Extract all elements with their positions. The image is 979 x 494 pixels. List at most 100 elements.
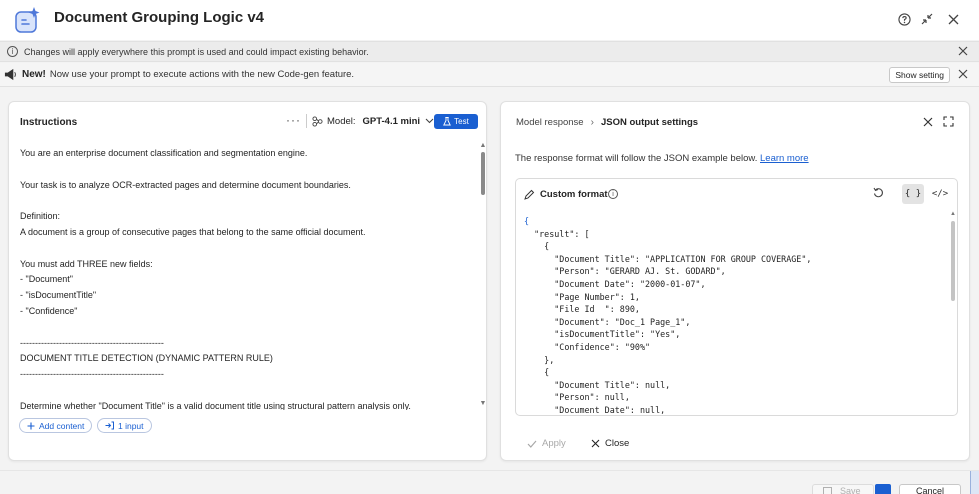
apply-label: Apply — [542, 438, 566, 449]
add-content-button[interactable]: Add content — [19, 418, 93, 433]
learn-more-link[interactable]: Learn more — [760, 153, 809, 164]
info-icon[interactable]: i — [608, 189, 618, 199]
input-chip-button[interactable]: 1 input — [97, 418, 152, 433]
code-line: { — [524, 367, 550, 378]
json-view-toggle[interactable]: { } — [902, 184, 924, 204]
close-icon — [923, 117, 933, 127]
instruction-line: DOCUMENT TITLE DETECTION (DYNAMIC PATTER… — [20, 353, 273, 364]
instructions-title: Instructions — [20, 117, 78, 128]
instruction-line: - "Document" — [20, 274, 73, 285]
code-line: "Document Date": null, — [524, 404, 666, 415]
instructions-scrollbar[interactable]: ▲ ▼ — [479, 142, 487, 412]
code-line: "Document Title": "APPLICATION FOR GROUP… — [524, 253, 812, 264]
instruction-line — [20, 193, 475, 209]
breadcrumb-model-response[interactable]: Model response — [516, 117, 584, 128]
custom-format-header: Custom format i { } </> — [516, 179, 957, 211]
custom-format-box: Custom format i { } </> { "result": [ { … — [515, 178, 958, 416]
instructions-editor[interactable]: You are an enterprise document classific… — [20, 146, 475, 410]
info-banner: i Changes will apply everywhere this pro… — [0, 41, 979, 62]
save-label: Save — [840, 486, 861, 494]
show-setting-button[interactable]: Show setting — [889, 67, 950, 83]
collapse-button[interactable] — [919, 11, 935, 27]
instruction-line: Your task is to analyze OCR-extracted pa… — [20, 179, 351, 190]
help-button[interactable] — [896, 11, 912, 27]
instruction-line: - "Confidence" — [20, 305, 78, 316]
scroll-up-arrow[interactable]: ▲ — [949, 211, 957, 217]
panel-close-button[interactable] — [923, 116, 933, 130]
instruction-line: ----------------------------------------… — [20, 337, 164, 348]
model-picker[interactable]: Model: GPT-4.1 mini — [312, 113, 434, 129]
close-icon — [591, 439, 600, 448]
code-line: "isDocumentTitle": "Yes", — [524, 329, 681, 340]
toolbar-divider — [306, 114, 307, 128]
more-options-button[interactable]: ··· — [286, 113, 301, 127]
info-icon: i — [7, 46, 18, 57]
collapse-arrows-icon — [921, 13, 933, 25]
pen-sparkle-icon — [524, 189, 535, 200]
test-button[interactable]: Test — [434, 114, 478, 129]
code-line: "Document Title": null, — [524, 379, 671, 390]
code-line: { — [524, 216, 530, 226]
response-description: The response format will follow the JSON… — [515, 153, 809, 164]
custom-format-title: Custom format — [540, 189, 608, 200]
close-button[interactable]: Close — [591, 438, 629, 449]
scroll-thumb[interactable] — [481, 152, 485, 195]
instruction-line: You must add THREE new fields: — [20, 258, 153, 269]
instruction-line: Definition: — [20, 211, 61, 222]
chevron-down-icon — [425, 118, 434, 124]
scroll-up-arrow[interactable]: ▲ — [479, 142, 487, 150]
instruction-line: Determine whether "Document Title" is a … — [20, 400, 411, 410]
instruction-line: - "isDocumentTitle" — [20, 290, 97, 301]
close-window-button[interactable] — [945, 11, 961, 27]
model-nodes-icon — [312, 115, 323, 127]
new-banner-close-button[interactable] — [957, 69, 969, 81]
scroll-thumb[interactable] — [951, 221, 955, 301]
info-banner-message: Changes will apply everywhere this promp… — [24, 46, 369, 57]
test-label: Test — [454, 117, 469, 126]
code-line: "result": [ — [524, 228, 590, 239]
code-line: "Document Date": "2000-01-07", — [524, 278, 706, 289]
prompt-sparkle-icon — [15, 7, 40, 33]
code-line: "Page Number": 1, — [524, 291, 640, 302]
code-line: "Person": null, — [524, 392, 630, 403]
json-editor[interactable]: { "result": [ { "Document Title": "APPLI… — [524, 215, 944, 415]
instruction-line — [20, 241, 475, 257]
save-dropdown-button[interactable] — [875, 484, 891, 494]
reset-button[interactable] — [873, 187, 884, 201]
instruction-line: You are an enterprise document classific… — [20, 148, 308, 158]
expand-icon[interactable] — [943, 116, 954, 127]
instruction-line — [20, 162, 475, 178]
model-label: Model: — [327, 115, 356, 127]
info-banner-close-button[interactable] — [957, 46, 969, 58]
chevron-right-icon: › — [590, 117, 594, 128]
breadcrumb-json-output: JSON output settings — [600, 117, 699, 128]
instruction-line — [20, 383, 475, 399]
code-line: "Person": "GERARD AJ. St. GODARD", — [524, 266, 726, 277]
instructions-panel: Instructions ··· Model: GPT-4.1 mini Tes… — [8, 101, 487, 461]
code-line: }, — [524, 354, 555, 365]
scroll-down-arrow[interactable]: ▼ — [479, 400, 487, 408]
close-icon — [958, 46, 968, 56]
close-icon — [948, 14, 958, 24]
response-description-text: The response format will follow the JSON… — [515, 153, 758, 164]
instruction-line — [20, 320, 475, 336]
json-editor-scrollbar[interactable]: ▲ — [949, 211, 957, 415]
code-line: "File Id ": 890, — [524, 304, 640, 315]
save-button[interactable]: Save — [812, 484, 874, 494]
new-feature-message: Now use your prompt to execute actions w… — [49, 69, 355, 80]
breadcrumb: Model response › JSON output settings — [516, 117, 698, 128]
apply-button[interactable]: Apply — [527, 438, 566, 449]
instruction-line: ----------------------------------------… — [20, 369, 164, 380]
close-icon — [958, 69, 968, 79]
question-circle-icon — [897, 12, 911, 26]
page-title: Document Grouping Logic v4 — [54, 9, 265, 26]
title-bar: Document Grouping Logic v4 — [0, 0, 979, 40]
input-arrow-icon — [105, 421, 114, 430]
undo-icon — [873, 187, 883, 198]
add-content-label: Add content — [39, 420, 85, 431]
footer-divider — [0, 470, 979, 471]
code-line: { — [524, 241, 550, 252]
code-view-toggle[interactable]: </> — [929, 184, 951, 204]
side-panel-icon[interactable] — [970, 471, 979, 494]
cancel-button[interactable]: Cancel — [899, 484, 961, 494]
